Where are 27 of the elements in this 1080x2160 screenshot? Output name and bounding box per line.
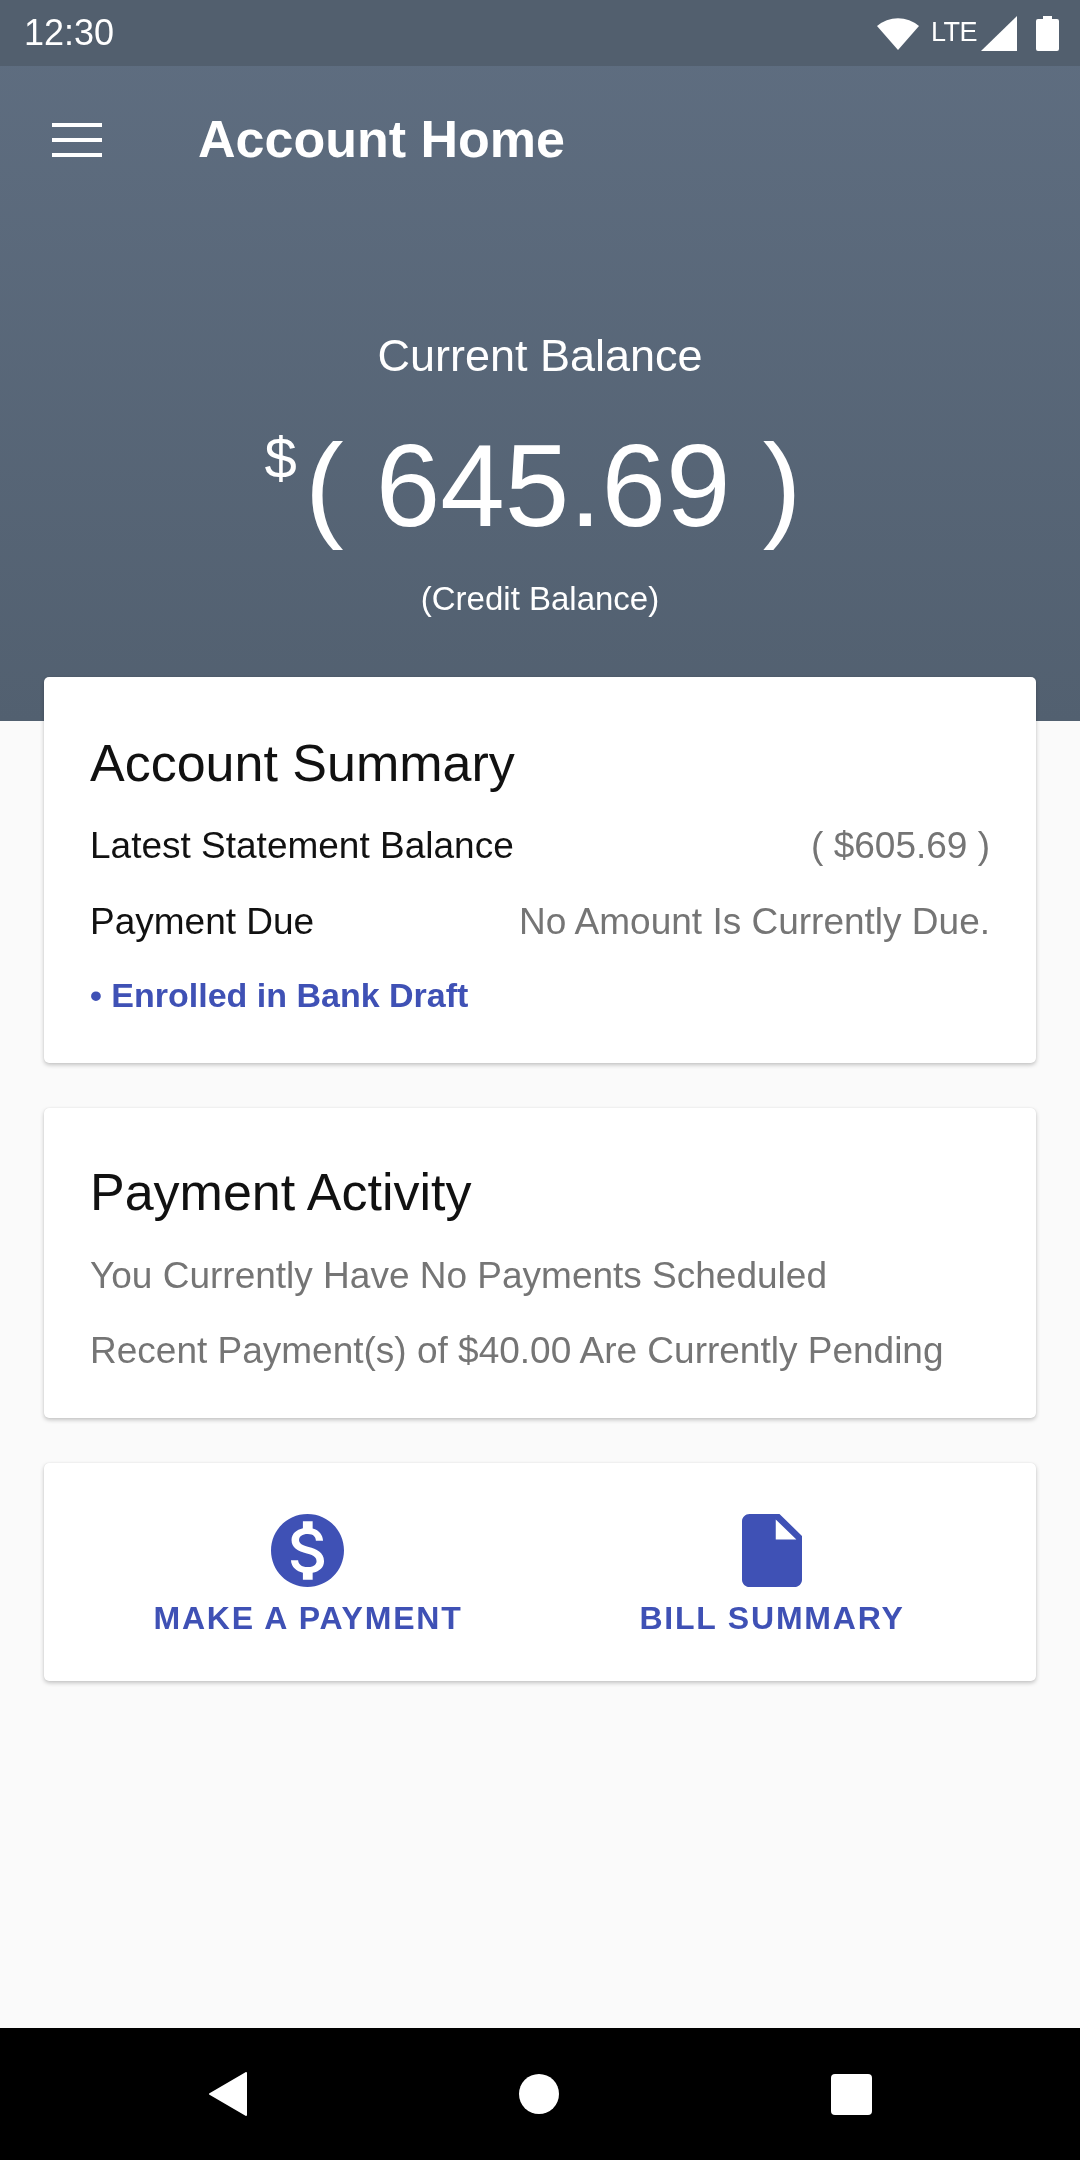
row-label: Latest Statement Balance bbox=[90, 824, 514, 868]
currency-symbol: $ bbox=[264, 425, 297, 492]
row-value: No Amount Is Currently Due. bbox=[519, 900, 990, 944]
row-value: ( $605.69 ) bbox=[811, 824, 990, 868]
status-time: 12:30 bbox=[24, 12, 115, 54]
balance-label: Current Balance bbox=[377, 329, 703, 383]
enrollment-status: • Enrolled in Bank Draft bbox=[90, 975, 469, 1016]
activity-message: Recent Payment(s) of $40.00 Are Currently Pending bbox=[90, 1329, 945, 1373]
activity-message: You Currently Have No Payments Scheduled bbox=[90, 1254, 828, 1298]
row-label: Payment Due bbox=[90, 900, 315, 944]
bill-summary-button[interactable]: BILL SUMMARY bbox=[639, 1514, 905, 1637]
card-title: Account Summary bbox=[90, 733, 516, 794]
battery-icon bbox=[1036, 15, 1059, 51]
network-label: LTE bbox=[931, 17, 977, 49]
signal-icon bbox=[981, 15, 1017, 51]
back-icon[interactable] bbox=[208, 2072, 247, 2116]
card-title: Payment Activity bbox=[90, 1162, 473, 1223]
menu-icon[interactable] bbox=[52, 122, 102, 157]
make-payment-button[interactable]: MAKE A PAYMENT bbox=[153, 1514, 463, 1637]
balance-amount: ( 645.69 ) bbox=[304, 420, 802, 553]
balance-note: (Credit Balance) bbox=[420, 579, 660, 620]
home-icon[interactable] bbox=[518, 2074, 559, 2114]
wifi-icon bbox=[877, 16, 919, 50]
document-icon bbox=[742, 1514, 802, 1587]
page-title: Account Home bbox=[198, 109, 565, 171]
dollar-coin-icon bbox=[271, 1514, 345, 1587]
recents-icon[interactable] bbox=[830, 2073, 872, 2115]
